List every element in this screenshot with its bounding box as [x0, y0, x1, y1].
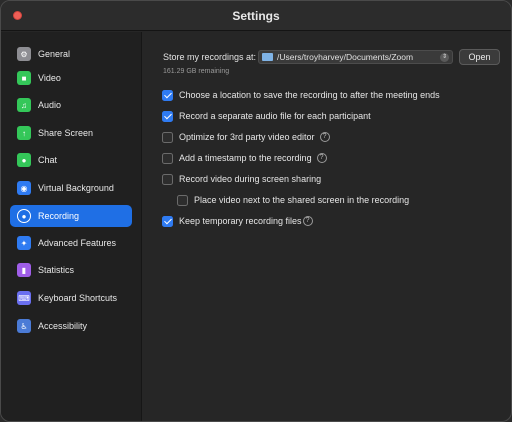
help-icon[interactable]: ?: [302, 216, 313, 226]
checkbox[interactable]: [162, 110, 173, 122]
help-icon[interactable]: ?: [319, 132, 330, 142]
sidebar-item-label: Virtual Background: [38, 183, 114, 193]
sidebar-item-label: Keyboard Shortcuts: [38, 293, 118, 303]
video-camera-icon: ■: [17, 71, 31, 85]
recording-path-select[interactable]: /Users/troyharvey/Documents/Zoom ⇕: [258, 50, 453, 64]
option-label: Record video during screen sharing: [179, 174, 322, 184]
title-bar: Settings: [1, 1, 511, 31]
sidebar-item-label: Video: [38, 73, 61, 83]
option-optimize-3rd-party[interactable]: Optimize for 3rd party video editor ?: [162, 131, 330, 143]
option-choose-location[interactable]: Choose a location to save the recording …: [162, 89, 440, 101]
sidebar-item-chat[interactable]: ● Chat: [10, 149, 132, 171]
sidebar-item-label: Audio: [38, 100, 62, 110]
chevron-updown-icon: ⇕: [440, 53, 449, 62]
option-label: Record a separate audio file for each pa…: [179, 111, 371, 121]
keyboard-icon: ⌨: [17, 291, 31, 305]
option-label: Choose a location to save the recording …: [179, 90, 440, 100]
checkbox[interactable]: [162, 152, 173, 164]
sidebar-item-keyboard-shortcuts[interactable]: ⌨ Keyboard Shortcuts: [10, 287, 132, 309]
person-background-icon: ◉: [17, 181, 31, 195]
option-place-video-next[interactable]: Place video next to the shared screen in…: [177, 194, 409, 206]
accessibility-icon: ♿: [17, 319, 31, 333]
checkbox[interactable]: [177, 194, 188, 206]
open-folder-button[interactable]: Open: [459, 49, 500, 65]
sidebar: ⚙ General ■ Video ♫ Audio ↑ Share Screen…: [1, 32, 142, 421]
sidebar-item-video[interactable]: ■ Video: [10, 67, 132, 89]
folder-icon: [262, 53, 273, 61]
option-separate-audio[interactable]: Record a separate audio file for each pa…: [162, 110, 371, 122]
storage-remaining: 161.29 GB remaining: [163, 68, 230, 75]
sidebar-item-share-screen[interactable]: ↑ Share Screen: [10, 122, 132, 144]
sidebar-item-recording[interactable]: ● Recording: [10, 205, 132, 227]
option-label: Add a timestamp to the recording: [179, 153, 312, 163]
option-label: Place video next to the shared screen in…: [194, 195, 410, 205]
store-location-label: Store my recordings at:: [163, 52, 257, 62]
option-record-during-sharing[interactable]: Record video during screen sharing: [162, 173, 321, 185]
sidebar-item-label: Share Screen: [38, 128, 94, 138]
checkbox[interactable]: [162, 131, 173, 143]
gear-icon: ⚙: [17, 47, 31, 61]
checkbox[interactable]: [162, 215, 173, 227]
headphones-icon: ♫: [17, 98, 31, 112]
sidebar-item-general[interactable]: ⚙ General: [10, 43, 132, 65]
sidebar-item-label: General: [38, 49, 71, 59]
sidebar-item-label: Chat: [38, 155, 58, 165]
option-label: Optimize for 3rd party video editor: [179, 132, 315, 142]
sparkle-icon: ✦: [17, 236, 31, 250]
sidebar-item-virtual-background[interactable]: ◉ Virtual Background: [10, 177, 132, 199]
share-screen-icon: ↑: [17, 126, 31, 140]
sidebar-item-accessibility[interactable]: ♿ Accessibility: [10, 315, 132, 337]
option-label: Keep temporary recording files: [179, 216, 302, 226]
settings-window: Settings ⚙ General ■ Video ♫ Audio ↑ Sha…: [0, 0, 512, 422]
option-add-timestamp[interactable]: Add a timestamp to the recording ?: [162, 152, 327, 164]
chat-bubble-icon: ●: [17, 153, 31, 167]
sidebar-item-statistics[interactable]: ▮ Statistics: [10, 259, 132, 281]
window-title: Settings: [232, 9, 280, 23]
sidebar-item-label: Recording: [38, 211, 80, 221]
bar-chart-icon: ▮: [17, 263, 31, 277]
sidebar-item-advanced-features[interactable]: ✦ Advanced Features: [10, 232, 132, 254]
checkbox[interactable]: [162, 89, 173, 101]
recording-settings-panel: Store my recordings at: /Users/troyharve…: [143, 32, 511, 421]
sidebar-item-label: Statistics: [38, 265, 75, 275]
help-icon[interactable]: ?: [316, 153, 327, 163]
recording-path-value: /Users/troyharvey/Documents/Zoom: [277, 52, 414, 62]
sidebar-item-label: Accessibility: [38, 321, 88, 331]
checkbox[interactable]: [162, 173, 173, 185]
record-icon: ●: [17, 209, 31, 223]
sidebar-item-audio[interactable]: ♫ Audio: [10, 94, 132, 116]
option-keep-temp-files[interactable]: Keep temporary recording files ?: [162, 215, 313, 227]
sidebar-item-label: Advanced Features: [38, 238, 117, 248]
